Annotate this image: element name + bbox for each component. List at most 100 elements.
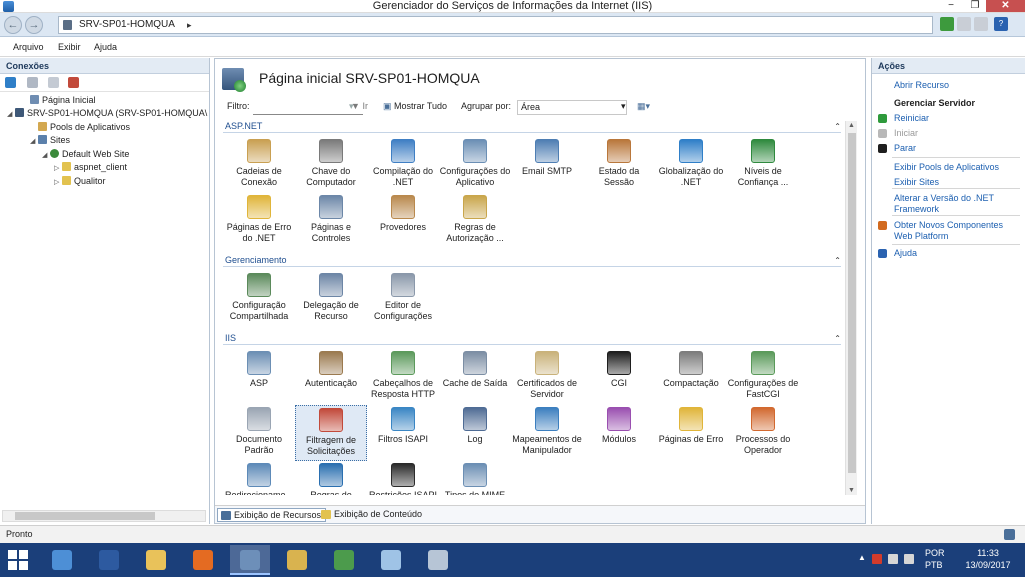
view-mode-icon[interactable]: ▦▾ xyxy=(637,101,650,112)
tree-expander[interactable]: ◢ xyxy=(30,135,38,148)
taskbar-button[interactable] xyxy=(183,545,223,575)
feature-asp[interactable]: ASP xyxy=(223,349,295,405)
feature-cgi[interactable]: CGI xyxy=(583,349,655,405)
start-button[interactable] xyxy=(8,550,28,570)
action-link[interactable]: Reiniciar xyxy=(894,113,1022,124)
tree-node[interactable]: ▷ Qualitor xyxy=(54,175,106,188)
feature-providers[interactable]: Provedores xyxy=(367,193,439,249)
feature-config-editor[interactable]: Editor de Configurações xyxy=(367,271,439,327)
network-alert-icon[interactable] xyxy=(872,554,882,564)
feature-http-redirect[interactable]: Redirecioname... HTTP xyxy=(223,461,295,495)
feature-modules[interactable]: Módulos xyxy=(583,405,655,461)
menu-view[interactable]: Exibir xyxy=(58,42,81,52)
tree-expander[interactable]: ◢ xyxy=(42,149,50,162)
go-button[interactable]: ▼ Ir xyxy=(351,101,368,111)
scroll-thumb[interactable] xyxy=(15,512,155,520)
connections-hscrollbar[interactable] xyxy=(2,510,206,522)
feature-log[interactable]: Log xyxy=(439,405,511,461)
feature-compression[interactable]: Compactação xyxy=(655,349,727,405)
feature-http-headers[interactable]: Cabeçalhos de Resposta HTTP xyxy=(367,349,439,405)
tree-expander[interactable]: ▷ xyxy=(54,176,62,189)
action-link[interactable]: Exibir Sites xyxy=(894,177,1022,188)
taskbar-button[interactable] xyxy=(324,545,364,575)
filter-input[interactable] xyxy=(253,100,363,115)
forward-button[interactable]: → xyxy=(25,16,43,34)
scroll-up-arrow[interactable]: ▲ xyxy=(848,122,855,129)
address-separator[interactable]: ▸ xyxy=(187,17,192,33)
address-segment[interactable]: SRV-SP01-HOMQUA xyxy=(79,19,175,30)
feature-isapi-filters[interactable]: Filtros ISAPI xyxy=(367,405,439,461)
taskbar-button[interactable] xyxy=(42,545,82,575)
clock[interactable]: 11:33 13/09/2017 xyxy=(958,547,1018,571)
feature-session-state[interactable]: Estado da Sessão xyxy=(583,137,655,193)
connect-icon[interactable] xyxy=(940,17,954,31)
feature-worker-processes[interactable]: Processos do Operador xyxy=(727,405,799,461)
tree-expander[interactable]: ◢ xyxy=(7,108,15,121)
feature-error-pages[interactable]: Páginas de Erro xyxy=(655,405,727,461)
language-indicator[interactable]: POR PTB xyxy=(925,547,945,571)
tree-node[interactable]: ▷ aspnet_client xyxy=(54,161,127,174)
group-by-select[interactable]: Área xyxy=(517,100,627,115)
action-link[interactable]: Parar xyxy=(894,143,1022,154)
action-link[interactable]: Abrir Recurso xyxy=(894,80,1022,91)
tree-node[interactable]: Página Inicial xyxy=(22,94,96,107)
tab-features-view[interactable]: Exibição de Recursos xyxy=(217,508,327,522)
scroll-down-arrow[interactable]: ▼ xyxy=(848,487,855,494)
feature-trust-levels[interactable]: Níveis de Confiança ... xyxy=(727,137,799,193)
feature-app-settings[interactable]: Configurações do Aplicativo xyxy=(439,137,511,193)
group-dropdown-icon[interactable]: ▾ xyxy=(621,101,626,112)
menu-help[interactable]: Ajuda xyxy=(94,42,117,52)
close-button[interactable]: ✕ xyxy=(986,0,1025,12)
taskbar-button[interactable] xyxy=(371,545,411,575)
tab-content-view[interactable]: Exibição de Conteúdo xyxy=(318,508,426,522)
back-button[interactable]: ← xyxy=(4,16,22,34)
save-icon[interactable] xyxy=(27,77,38,88)
feature-shared-config[interactable]: Configuração Compartilhada xyxy=(223,271,295,327)
feature-connection-strings[interactable]: Cadeias de Conexão xyxy=(223,137,295,193)
feature-output-cache[interactable]: Cache de Saída xyxy=(439,349,511,405)
feature-net-globalization[interactable]: Globalização do .NET xyxy=(655,137,727,193)
refresh-icon[interactable] xyxy=(974,17,988,31)
collapse-group-icon[interactable]: ⌃ xyxy=(834,121,841,132)
up-icon[interactable] xyxy=(48,77,59,88)
feature-fastcgi[interactable]: Configurações de FastCGI xyxy=(727,349,799,405)
action-link[interactable]: Alterar a Versão do .NET Framework xyxy=(894,193,1022,215)
help-icon[interactable]: ? xyxy=(994,17,1008,31)
disconnect-icon[interactable] xyxy=(68,77,79,88)
feature-net-error-pages[interactable]: Páginas de Erro do .NET xyxy=(223,193,295,249)
feature-machine-key[interactable]: Chave do Computador xyxy=(295,137,367,193)
taskbar-button[interactable] xyxy=(89,545,129,575)
features-vscrollbar[interactable]: ▲ ▼ xyxy=(845,121,857,495)
tree-node[interactable]: ◢ Default Web Site xyxy=(42,148,129,161)
tree-node[interactable]: ◢ SRV-SP01-HOMQUA (SRV-SP01-HOMQUA\ xyxy=(7,107,207,120)
group-header[interactable]: Gerenciamento ⌃ xyxy=(223,255,841,267)
feature-request-rules[interactable]: Regras de Solicitação ... xyxy=(295,461,367,495)
collapse-group-icon[interactable]: ⌃ xyxy=(834,255,841,266)
taskbar-button[interactable] xyxy=(277,545,317,575)
feature-net-compilation[interactable]: Compilação do .NET xyxy=(367,137,439,193)
address-path[interactable]: SRV-SP01-HOMQUA ▸ xyxy=(58,16,933,34)
taskbar-button[interactable] xyxy=(136,545,176,575)
minimize-button[interactable]: − xyxy=(940,0,962,12)
action-link[interactable]: Obter Novos Componentes Web Platform xyxy=(894,220,1022,242)
taskbar-button[interactable] xyxy=(230,545,270,575)
tree-node[interactable]: ◢ Sites xyxy=(30,134,70,147)
tree-node[interactable]: Pools de Aplicativos xyxy=(30,121,130,134)
feature-server-certificates[interactable]: Certificados de Servidor xyxy=(511,349,583,405)
tree-expander[interactable]: ▷ xyxy=(54,162,62,175)
action-center-icon[interactable] xyxy=(888,554,898,564)
show-all-button[interactable]: ▣ Mostrar Tudo xyxy=(383,101,447,112)
mail-icon[interactable] xyxy=(957,17,971,31)
menu-file[interactable]: Arquivo xyxy=(13,42,44,52)
show-hidden-icons[interactable]: ▲ xyxy=(858,553,866,562)
feature-request-filtering[interactable]: Filtragem de Solicitações xyxy=(295,405,367,461)
feature-authorization-rules[interactable]: Regras de Autorização ... xyxy=(439,193,511,249)
feature-default-document[interactable]: Documento Padrão xyxy=(223,405,295,461)
feature-handler-mappings[interactable]: Mapeamentos de Manipulador xyxy=(511,405,583,461)
action-link[interactable]: Ajuda xyxy=(894,248,1022,259)
group-header[interactable]: IIS ⌃ xyxy=(223,333,841,345)
restore-button[interactable]: ❐ xyxy=(964,0,986,12)
new-connection-icon[interactable] xyxy=(5,77,16,88)
group-header[interactable]: ASP.NET ⌃ xyxy=(223,121,841,133)
action-link[interactable]: Exibir Pools de Aplicativos xyxy=(894,162,1022,173)
